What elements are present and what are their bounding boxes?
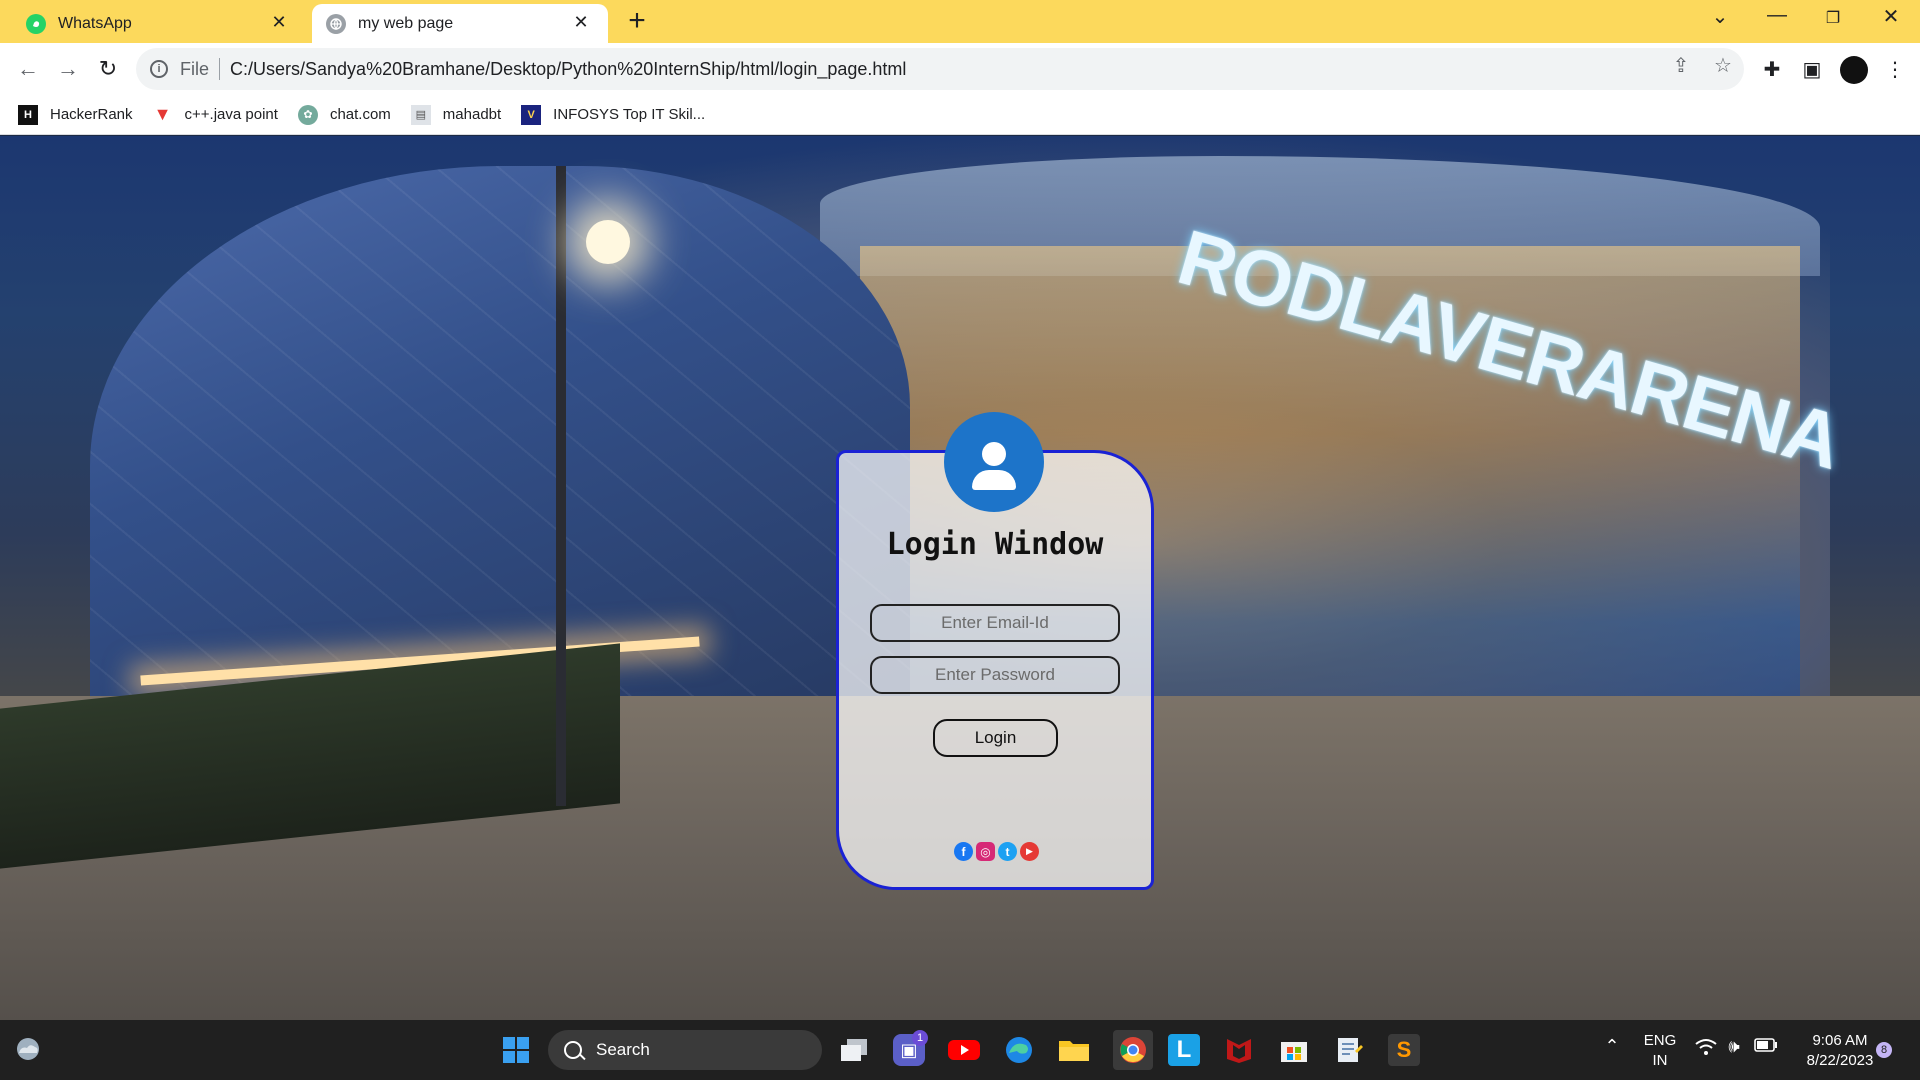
notepad-icon[interactable]: [1333, 1034, 1365, 1066]
bookmark-label: HackerRank: [50, 106, 133, 123]
url-scheme: File: [180, 58, 210, 79]
email-field[interactable]: [870, 604, 1120, 642]
bookmark-label: c++.java point: [184, 106, 278, 123]
reload-icon[interactable]: ↻: [92, 53, 124, 85]
javatpoint-icon: ▼: [153, 104, 172, 124]
chrome-browser-icon[interactable]: [1113, 1030, 1153, 1070]
clock-time[interactable]: 9:06 AM: [1792, 1032, 1888, 1049]
windows-taskbar: Search ▣ 1 L S ⌃ ENG IN 🕪 9:06 AM 8/22/2…: [0, 1020, 1920, 1080]
bookmark-label: mahadbt: [442, 106, 502, 123]
infosys-icon: V: [521, 104, 542, 125]
profile-avatar[interactable]: [1840, 56, 1868, 84]
bookmark-star-icon[interactable]: ☆: [1710, 53, 1736, 79]
notification-badge[interactable]: 8: [1876, 1042, 1892, 1058]
windows-start-icon[interactable]: [500, 1034, 532, 1066]
sublime-text-icon[interactable]: S: [1388, 1034, 1420, 1066]
tab-title: my web page: [358, 14, 454, 32]
bookmark-javatpoint[interactable]: ▼ c++.java point: [153, 104, 278, 125]
edge-browser-icon[interactable]: [1003, 1034, 1035, 1066]
bookmark-infosys[interactable]: V INFOSYS Top IT Skil...: [521, 104, 706, 125]
street-lamp: [586, 220, 630, 264]
taskbar-search-label: Search: [596, 1040, 650, 1059]
new-tab-button[interactable]: +: [622, 6, 652, 36]
search-icon: [564, 1041, 582, 1059]
twitter-icon[interactable]: t: [998, 842, 1017, 861]
wifi-icon[interactable]: [1694, 1038, 1718, 1060]
bookmarks-bar: H HackerRank ▼ c++.java point ✿ chat.com…: [0, 95, 1920, 135]
task-view-icon[interactable]: [838, 1034, 870, 1066]
avatar-shoulders: [972, 470, 1016, 490]
light-pole: [556, 166, 566, 806]
language-top[interactable]: ENG: [1640, 1032, 1680, 1049]
site-info-icon[interactable]: i: [150, 60, 168, 78]
close-window-icon[interactable]: ✕: [1871, 4, 1911, 29]
mahadbt-icon: ▤: [410, 104, 431, 125]
close-tab-icon[interactable]: ✕: [268, 12, 290, 33]
facebook-icon[interactable]: f: [954, 842, 973, 861]
file-explorer-icon[interactable]: [1058, 1034, 1090, 1066]
user-avatar-icon: [944, 412, 1044, 512]
teams-badge: 1: [912, 1030, 928, 1046]
url-separator: [219, 58, 221, 80]
bookmark-label: chat.com: [329, 106, 391, 123]
youtube-icon[interactable]: ▶: [1020, 842, 1039, 861]
hackerrank-icon: H: [18, 104, 38, 125]
restore-icon[interactable]: ❐: [1813, 8, 1853, 28]
tab-title: WhatsApp: [58, 14, 132, 32]
battery-icon[interactable]: [1752, 1038, 1780, 1056]
share-icon[interactable]: ⇪: [1668, 53, 1694, 79]
back-arrow-icon[interactable]: ←: [12, 53, 44, 85]
close-tab-icon[interactable]: ✕: [570, 12, 592, 33]
more-menu-icon[interactable]: ⋮: [1882, 57, 1908, 83]
mcafee-icon[interactable]: [1223, 1034, 1255, 1066]
address-bar[interactable]: i File C:/Users/Sandya%20Bramhane/Deskto…: [136, 48, 1744, 90]
side-panel-icon[interactable]: ▣: [1799, 57, 1825, 83]
tab-my-web-page[interactable]: my web page ✕: [312, 4, 608, 43]
weather-icon[interactable]: [12, 1032, 44, 1064]
forward-arrow-icon[interactable]: →: [52, 53, 84, 85]
social-links: f ◎ t ▶: [954, 842, 1039, 861]
login-title: Login Window: [886, 527, 1104, 562]
globe-icon: [326, 13, 346, 34]
volume-icon[interactable]: 🕪: [1722, 1036, 1746, 1057]
language-bottom[interactable]: IN: [1640, 1052, 1680, 1069]
browser-toolbar: ← → ↻ i File C:/Users/Sandya%20Bramhane/…: [0, 43, 1920, 95]
clock-date[interactable]: 8/22/2023: [1792, 1052, 1888, 1069]
bookmark-mahadbt[interactable]: ▤ mahadbt: [410, 104, 502, 125]
whatsapp-icon: [26, 13, 46, 34]
taskbar-search[interactable]: Search: [548, 1030, 822, 1070]
url-text[interactable]: C:/Users/Sandya%20Bramhane/Desktop/Pytho…: [230, 59, 906, 80]
password-field[interactable]: [870, 656, 1120, 694]
login-button[interactable]: Login: [933, 719, 1058, 757]
l-app-icon[interactable]: L: [1168, 1034, 1200, 1066]
extensions-puzzle-icon[interactable]: ✚: [1759, 57, 1785, 83]
chatgpt-icon: ✿: [297, 104, 318, 125]
minimize-icon[interactable]: —: [1757, 4, 1797, 27]
microsoft-store-icon[interactable]: [1278, 1034, 1310, 1066]
avatar-head: [982, 442, 1006, 466]
bookmark-hackerrank[interactable]: H HackerRank: [18, 104, 133, 125]
instagram-icon[interactable]: ◎: [976, 842, 995, 861]
bookmark-label: INFOSYS Top IT Skil...: [553, 106, 706, 123]
tab-bar: WhatsApp ✕ my web page ✕ + ⌄ — ❐ ✕: [0, 0, 1920, 43]
bookmark-chat[interactable]: ✿ chat.com: [297, 104, 391, 125]
tab-search-chevron-icon[interactable]: ⌄: [1700, 4, 1740, 29]
youtube-app-icon[interactable]: [948, 1034, 980, 1066]
tab-whatsapp[interactable]: WhatsApp ✕: [12, 4, 306, 43]
show-hidden-icons-chevron-icon[interactable]: ⌃: [1600, 1036, 1624, 1057]
